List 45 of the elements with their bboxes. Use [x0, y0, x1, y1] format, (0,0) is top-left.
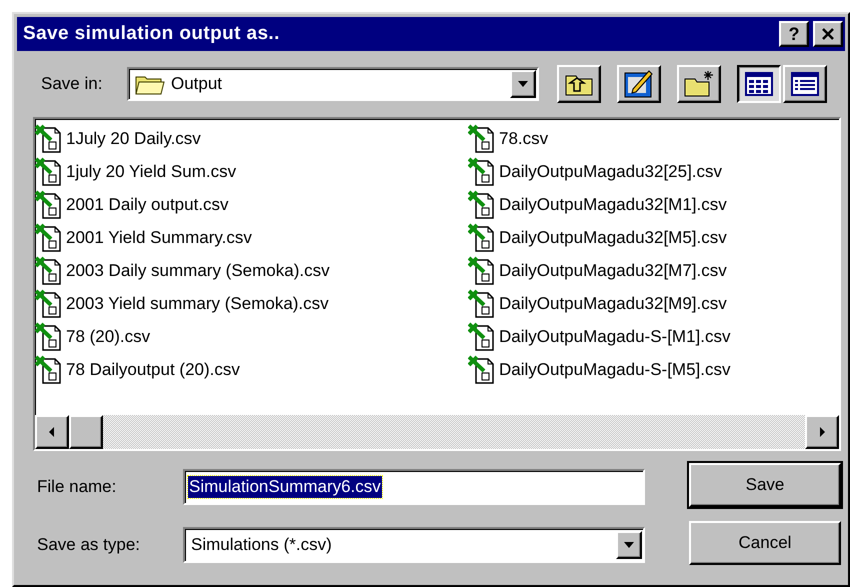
- file-item[interactable]: 78 Dailyoutput (20).csv: [35, 353, 468, 386]
- file-name: DailyOutpuMagadu32[M7].csv: [499, 260, 727, 280]
- file-name-label: File name:: [37, 477, 118, 497]
- file-item[interactable]: DailyOutpuMagadu32[M7].csv: [468, 254, 839, 287]
- file-name: DailyOutpuMagadu32[M5].csv: [499, 228, 727, 248]
- help-button[interactable]: ?: [779, 21, 809, 47]
- file-item[interactable]: 1July 20 Daily.csv: [35, 122, 468, 155]
- file-name: 1July 20 Daily.csv: [66, 128, 201, 148]
- file-item[interactable]: 1july 20 Yield Sum.csv: [35, 155, 468, 188]
- save-in-value: Output: [170, 74, 224, 94]
- save-as-type-label: Save as type:: [37, 535, 142, 555]
- save-in-dropdown[interactable]: Output: [127, 67, 539, 101]
- file-item[interactable]: 2001 Yield Summary.csv: [35, 221, 468, 254]
- save-in-label: Save in:: [41, 74, 104, 94]
- file-name: 2001 Daily output.csv: [66, 194, 229, 214]
- file-name: DailyOutpuMagadu32[M9].csv: [499, 294, 727, 314]
- file-item[interactable]: DailyOutpuMagadu32[25].csv: [468, 155, 839, 188]
- file-name: 1july 20 Yield Sum.csv: [66, 162, 236, 182]
- file-item[interactable]: DailyOutpuMagadu32[M5].csv: [468, 221, 839, 254]
- file-name-value: SimulationSummary6.csv: [188, 476, 382, 498]
- file-name: 2001 Yield Summary.csv: [66, 228, 252, 248]
- file-name: 78.csv: [499, 128, 548, 148]
- save-as-type-value: Simulations (*.csv): [190, 535, 333, 555]
- file-item[interactable]: DailyOutpuMagadu32[M9].csv: [468, 287, 839, 320]
- file-name: DailyOutpuMagadu-S-[M1].csv: [499, 326, 730, 346]
- file-name: 78 (20).csv: [66, 326, 150, 346]
- save-button[interactable]: Save: [689, 463, 841, 507]
- file-item[interactable]: 78.csv: [468, 122, 839, 155]
- file-name: DailyOutpuMagadu32[25].csv: [499, 162, 722, 182]
- file-item[interactable]: 78 (20).csv: [35, 320, 468, 353]
- save-as-type-dropdown[interactable]: Simulations (*.csv): [183, 527, 645, 563]
- cancel-button[interactable]: Cancel: [689, 521, 841, 565]
- file-name: 2003 Yield summary (Semoka).csv: [66, 294, 329, 314]
- file-name-field[interactable]: SimulationSummary6.csv: [183, 469, 645, 505]
- file-name: DailyOutpuMagadu-S-[M5].csv: [499, 360, 730, 380]
- file-name: 2003 Daily summary (Semoka).csv: [66, 260, 330, 280]
- file-item[interactable]: 2003 Daily summary (Semoka).csv: [35, 254, 468, 287]
- file-item[interactable]: 2003 Yield summary (Semoka).csv: [35, 287, 468, 320]
- file-name: 78 Dailyoutput (20).csv: [66, 360, 240, 380]
- window-title: Save simulation output as..: [23, 23, 280, 45]
- file-name: DailyOutpuMagadu32[M1].csv: [499, 194, 727, 214]
- file-item[interactable]: 2001 Daily output.csv: [35, 188, 468, 221]
- file-item[interactable]: DailyOutpuMagadu32[M1].csv: [468, 188, 839, 221]
- file-item[interactable]: DailyOutpuMagadu-S-[M1].csv: [468, 320, 839, 353]
- file-item[interactable]: DailyOutpuMagadu-S-[M5].csv: [468, 353, 839, 386]
